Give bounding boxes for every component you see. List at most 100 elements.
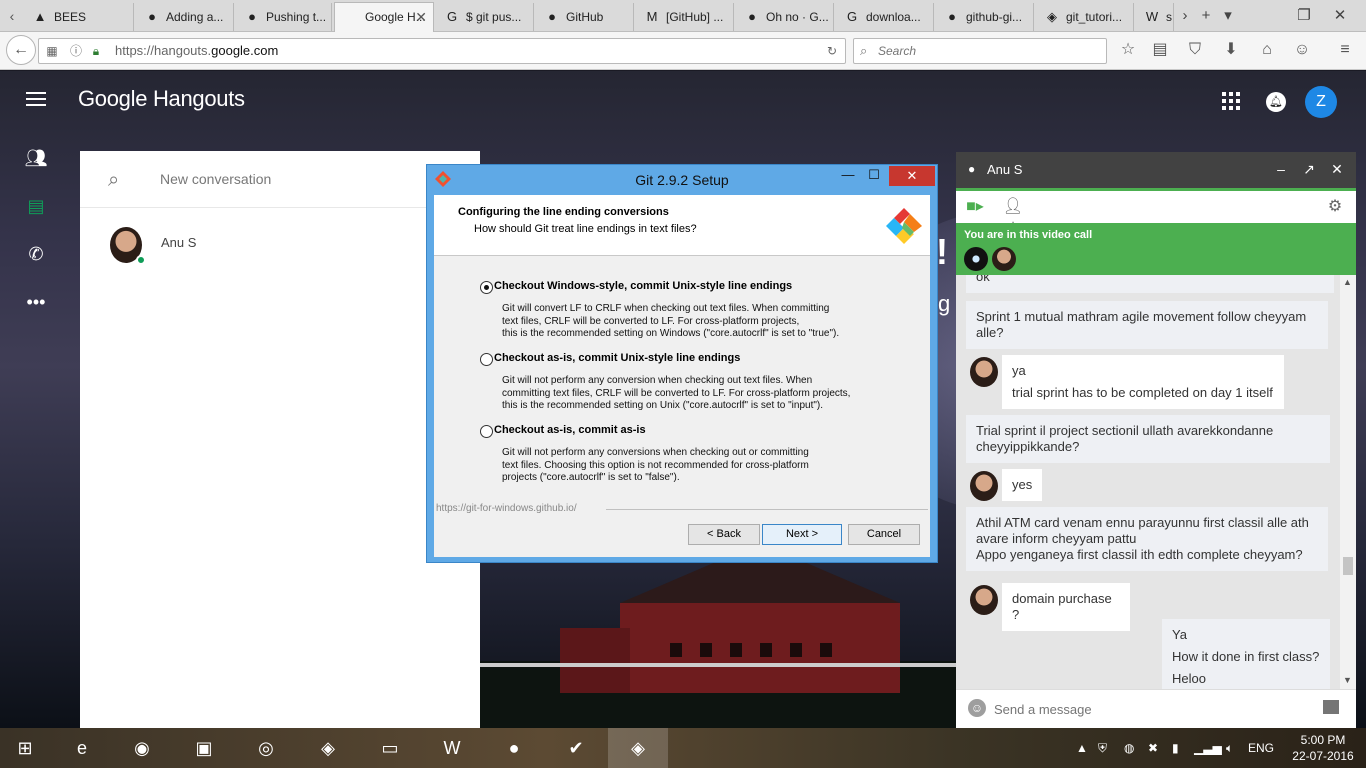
search-input[interactable] — [878, 41, 1098, 61]
reload-icon[interactable]: ↻ — [823, 42, 841, 60]
popout-chat-icon[interactable]: ↗ — [1300, 160, 1318, 178]
download-icon[interactable]: ⬇ — [1219, 38, 1243, 62]
video-call-banner[interactable]: You are in this video call — [956, 223, 1356, 275]
message-line: Athil ATM card venam ennu parayunnu firs… — [976, 515, 1309, 530]
message-line: trial sprint has to be completed on day … — [1012, 385, 1273, 400]
browser-tab[interactable]: ▲ BEES — [24, 3, 134, 31]
input-language[interactable]: ENG — [1248, 740, 1274, 756]
window-close-icon[interactable]: ✕ — [1330, 6, 1350, 26]
send-image-icon[interactable] — [1323, 700, 1339, 714]
tray-app-icon[interactable]: ◍ — [1124, 740, 1134, 756]
scrollbar-thumb[interactable] — [1343, 557, 1353, 575]
description-line: committing text files, CRLF will be conv… — [502, 387, 851, 399]
list-tabs-icon[interactable]: ▾ — [1218, 6, 1238, 26]
notifications-icon[interactable]: 🔔︎ — [1266, 92, 1286, 112]
chrome-icon[interactable]: ◎ — [236, 728, 296, 768]
add-person-icon[interactable]: 👤︎+ — [1002, 197, 1024, 235]
word-icon[interactable]: W — [422, 728, 482, 768]
radio-button[interactable] — [480, 281, 493, 294]
git-gui-icon[interactable]: ◈ — [298, 728, 358, 768]
message-input[interactable] — [994, 698, 1314, 720]
contacts-icon[interactable]: 👥︎ — [22, 144, 50, 172]
radio-button[interactable] — [480, 425, 493, 438]
browser-tab[interactable]: ● github-gi... — [936, 3, 1034, 31]
back-button[interactable]: < Back — [688, 524, 760, 545]
browser-tab[interactable]: ● GitHub — [536, 3, 634, 31]
minimize-button[interactable]: — — [837, 165, 859, 185]
search-bar[interactable]: ⌕ — [853, 38, 1107, 64]
url-bar[interactable]: ▦ ⓘ 🔒︎ https://hangouts.google.com ↻ — [38, 38, 846, 64]
hangouts-menu-button[interactable] — [24, 88, 48, 110]
system-clock[interactable]: 5:00 PM 22-07-2016 — [1290, 732, 1356, 764]
scroll-down-icon[interactable]: ▼ — [1343, 675, 1352, 685]
browser-tab[interactable]: ● Adding a... — [136, 3, 234, 31]
volume-icon[interactable]: 🔈︎ — [1226, 740, 1233, 756]
close-chat-icon[interactable]: ✕ — [1328, 160, 1346, 178]
new-conversation-input[interactable]: New conversation — [160, 171, 271, 187]
apps-grid-icon[interactable] — [1222, 92, 1240, 110]
close-tab-icon[interactable]: ✕ — [415, 3, 427, 31]
info-icon[interactable]: ⓘ — [67, 42, 85, 60]
browser-tab[interactable]: M [GitHub] ... — [636, 3, 734, 31]
url-text[interactable]: https://hangouts.google.com — [115, 39, 278, 63]
option-label[interactable]: Checkout as-is, commit Unix-style line e… — [494, 352, 740, 364]
description-line: this is the recommended setting on Unix … — [502, 400, 824, 411]
browser-tab[interactable]: Google H... ✕ — [334, 2, 434, 32]
video-call-icon[interactable]: ■▸ — [964, 197, 986, 217]
option-label[interactable]: Checkout Windows-style, commit Unix-styl… — [494, 280, 792, 292]
cancel-button[interactable]: Cancel — [848, 524, 920, 545]
firefox-icon[interactable]: ◉ — [112, 728, 172, 768]
reading-list-icon[interactable]: ▤ — [1148, 38, 1172, 62]
window-restore-icon[interactable]: ❐ — [1294, 6, 1314, 26]
signal-icon[interactable]: ▁▃▅ — [1194, 740, 1222, 756]
option-label[interactable]: Checkout as-is, commit as-is — [494, 424, 646, 436]
conversations-icon[interactable]: ▤ — [22, 192, 50, 220]
scroll-up-icon[interactable]: ▲ — [1343, 277, 1352, 287]
minimize-chat-icon[interactable]: – — [1272, 160, 1290, 178]
file-explorer-icon[interactable]: ▭ — [360, 728, 420, 768]
phone-icon[interactable]: ✆ — [22, 240, 50, 268]
show-hidden-icons[interactable]: ▲ — [1076, 740, 1088, 756]
network-error-icon[interactable]: ✖ — [1148, 740, 1158, 756]
browser-tab[interactable]: ◈ git_tutori... — [1036, 3, 1134, 31]
browser-tab[interactable]: Gdownloa... — [836, 3, 934, 31]
back-button[interactable]: ← — [6, 35, 36, 65]
settings-gear-icon[interactable]: ⚙ — [1324, 197, 1346, 217]
internet-explorer-icon[interactable]: e — [52, 728, 112, 768]
bookmark-star-icon[interactable]: ☆ — [1116, 38, 1140, 62]
checkmark-app-icon[interactable]: ✔ — [546, 728, 606, 768]
message-scrollbar[interactable]: ▲ ▼ — [1340, 275, 1356, 689]
window-title-bar[interactable]: Git 2.9.2 Setup — ☐ ✕ — [427, 165, 937, 194]
tab-scroll-left-icon[interactable]: ‹ — [2, 6, 22, 26]
more-icon[interactable]: ••• — [22, 288, 50, 316]
conversation-item[interactable]: Anu S — [80, 215, 480, 275]
antivirus-icon[interactable]: ⛨ — [1098, 740, 1107, 756]
chat-message: Athil ATM card venam ennu parayunnu firs… — [966, 507, 1328, 571]
git-setup-taskbar-icon[interactable]: ◈ — [608, 728, 668, 768]
maximize-button[interactable]: ☐ — [863, 165, 885, 185]
battery-icon[interactable]: ▮ — [1172, 740, 1179, 756]
home-icon[interactable]: ⌂ — [1255, 38, 1279, 62]
pocket-icon[interactable]: ⛉ — [1183, 38, 1207, 62]
message-line: Ya — [1172, 627, 1187, 642]
emoji-icon[interactable]: ☺ — [968, 699, 986, 717]
hello-icon[interactable]: ☺ — [1290, 38, 1314, 62]
browser-tab[interactable]: Ws — [1136, 3, 1174, 31]
github-desktop-icon[interactable]: ● — [484, 728, 544, 768]
start-windows-icon[interactable]: ⊞ — [0, 728, 50, 768]
store-icon[interactable]: ▣ — [174, 728, 234, 768]
new-tab-icon[interactable]: + — [1196, 6, 1216, 26]
bookmark-grid-icon[interactable]: ▦ — [43, 42, 61, 60]
browser-tab[interactable]: ● Pushing t... — [236, 3, 332, 31]
account-avatar[interactable]: Z — [1305, 86, 1337, 118]
close-button[interactable]: ✕ — [889, 166, 935, 186]
github-icon: ● — [948, 9, 956, 24]
next-button[interactable]: Next > — [762, 524, 842, 545]
message-list[interactable]: ok Sprint 1 mutual mathram agile movement… — [956, 275, 1340, 689]
browser-tab[interactable]: ● Oh no · G... — [736, 3, 834, 31]
browser-tab[interactable]: G $ git pus... — [436, 3, 534, 31]
tab-scroll-right-icon[interactable]: › — [1175, 6, 1195, 26]
chat-header[interactable]: ● Anu S – ↗ ✕ — [956, 152, 1356, 188]
radio-button[interactable] — [480, 353, 493, 366]
browser-menu-icon[interactable]: ≡ — [1333, 38, 1357, 62]
